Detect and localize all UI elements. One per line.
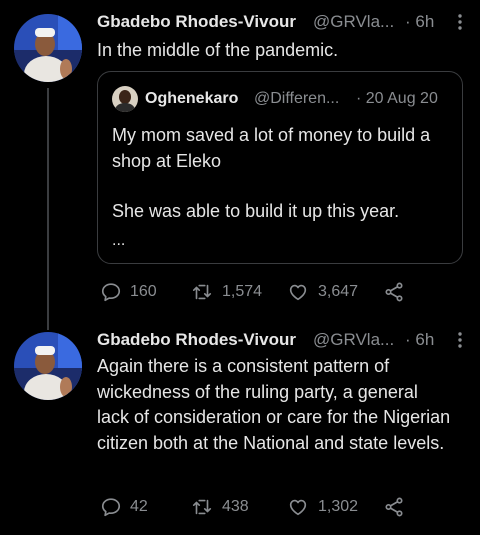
- reply-icon: [101, 498, 121, 517]
- share-button[interactable]: [383, 280, 413, 304]
- avatar[interactable]: [14, 332, 82, 400]
- tweet[interactable]: Gbadebo Rhodes-Vivour @GRVla... · 6h Aga…: [0, 318, 480, 535]
- share-button[interactable]: [383, 495, 413, 519]
- like-count: 3,647: [318, 283, 359, 300]
- quoted-text: My mom saved a lot of money to build a s…: [112, 123, 452, 225]
- display-name[interactable]: Gbadebo Rhodes-Vivour: [97, 12, 296, 32]
- reply-count: 160: [130, 283, 157, 300]
- retweet-icon: [192, 284, 212, 300]
- like-count: 1,302: [318, 498, 359, 515]
- retweet-count: 1,574: [222, 283, 263, 300]
- tweet-text: In the middle of the pandemic.: [97, 40, 339, 60]
- more-icon[interactable]: [453, 329, 467, 351]
- quoted-tweet[interactable]: Oghenekaro @Differen... · 20 Aug 20 My m…: [97, 71, 463, 264]
- truncation-ellipsis: ...: [112, 232, 126, 249]
- timestamp[interactable]: · 6h: [405, 330, 434, 350]
- like-button[interactable]: 1,302: [286, 495, 358, 519]
- retweet-button[interactable]: 438: [190, 495, 249, 519]
- user-handle[interactable]: @GRVla...: [313, 12, 394, 32]
- profile-photo: [14, 14, 82, 82]
- like-icon: [289, 284, 307, 301]
- quoted-paragraph: She was able to build it up this year.: [112, 201, 400, 221]
- reply-icon: [101, 283, 121, 302]
- action-bar: 160 1,574 3,647: [97, 280, 437, 304]
- reply-count: 42: [130, 498, 148, 515]
- share-icon: [385, 497, 403, 517]
- more-icon[interactable]: [453, 11, 467, 33]
- retweet-button[interactable]: 1,574: [190, 280, 262, 304]
- share-icon: [385, 282, 403, 302]
- profile-photo: [14, 332, 82, 400]
- quoted-date[interactable]: · 20 Aug 20: [356, 90, 438, 108]
- display-name[interactable]: Gbadebo Rhodes-Vivour: [97, 330, 296, 350]
- quoted-user-handle[interactable]: @Differen...: [254, 90, 339, 108]
- user-handle[interactable]: @GRVla...: [313, 330, 394, 350]
- tweet-text: Again there is a consistent pattern of w…: [97, 356, 451, 453]
- retweet-icon: [192, 499, 212, 515]
- quoted-profile-photo: [112, 86, 138, 112]
- like-button[interactable]: 3,647: [286, 280, 358, 304]
- like-icon: [289, 499, 307, 516]
- action-bar: 42 438 1,302: [97, 495, 437, 519]
- thread-line: [47, 88, 49, 330]
- timestamp[interactable]: · 6h: [405, 12, 434, 32]
- quoted-avatar[interactable]: [112, 86, 138, 112]
- reply-button[interactable]: 160: [100, 280, 157, 304]
- tweet[interactable]: Gbadebo Rhodes-Vivour @GRVla... · 6h In …: [0, 0, 480, 330]
- quoted-display-name[interactable]: Oghenekaro: [145, 90, 238, 108]
- reply-button[interactable]: 42: [100, 495, 148, 519]
- avatar[interactable]: [14, 14, 82, 82]
- quoted-paragraph: My mom saved a lot of money to build a s…: [112, 125, 431, 171]
- retweet-count: 438: [222, 498, 249, 515]
